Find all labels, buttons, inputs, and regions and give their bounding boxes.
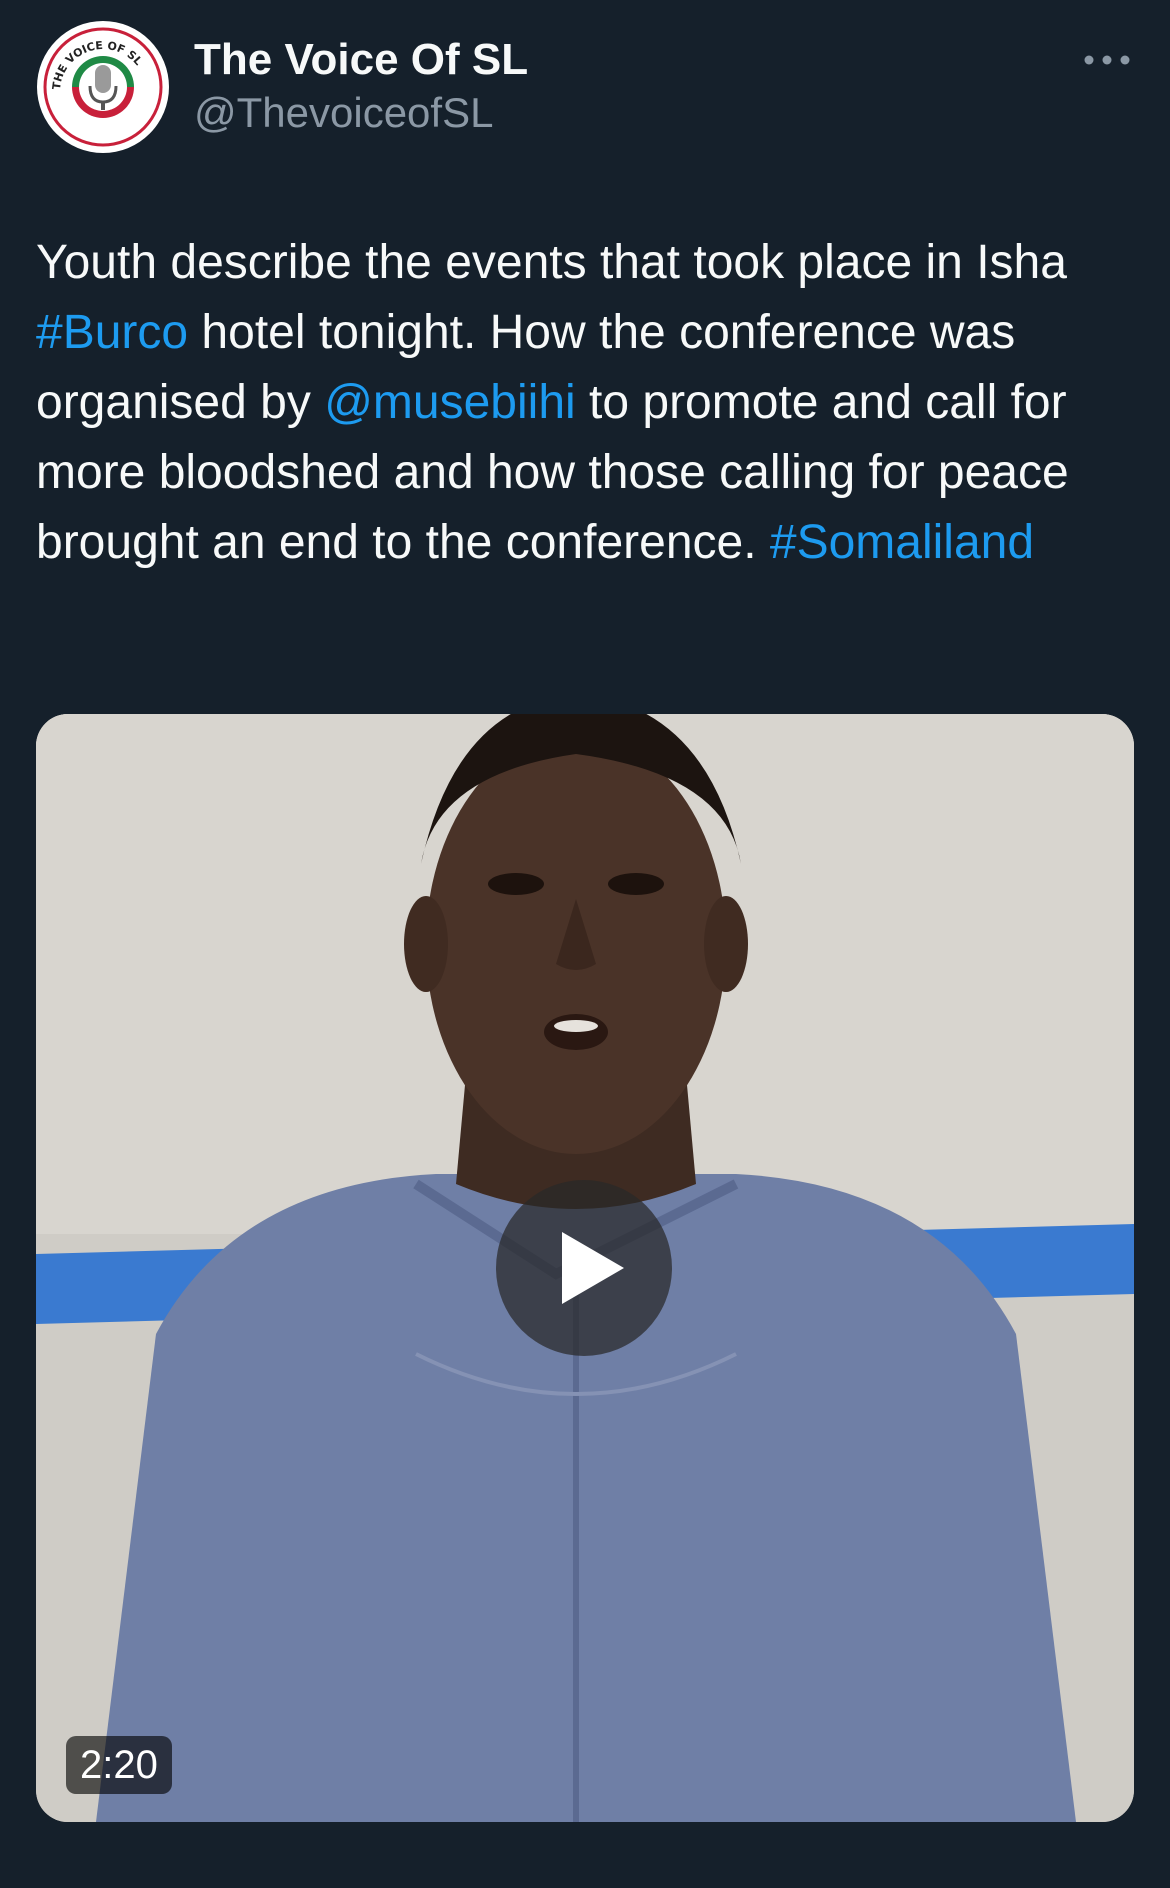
mention-link[interactable]: @musebiihi (324, 376, 575, 429)
author-info: The Voice Of SL @ThevoiceofSL (194, 34, 528, 138)
play-icon (562, 1232, 624, 1304)
hashtag-link[interactable]: #Somaliland (770, 516, 1034, 569)
video-player[interactable]: 2:20 (36, 714, 1134, 1822)
hashtag-link[interactable]: #Burco (36, 306, 188, 359)
author-handle[interactable]: @ThevoiceofSL (194, 88, 528, 138)
microphone-logo-icon: THE VOICE OF SL (37, 21, 169, 153)
tweet-text: Youth describe the events that took plac… (36, 228, 1136, 578)
video-duration-badge: 2:20 (66, 1736, 172, 1794)
author-avatar[interactable]: THE VOICE OF SL (36, 20, 170, 154)
author-display-name[interactable]: The Voice Of SL (194, 34, 528, 86)
more-options-button[interactable] (1080, 40, 1134, 80)
tweet-header: THE VOICE OF SL The Voice Of SL @Thevoic… (0, 0, 1170, 170)
play-button[interactable] (496, 1180, 672, 1356)
tweet-text-segment: Youth describe the events that took plac… (36, 236, 1067, 289)
more-options-icon (1084, 55, 1130, 65)
